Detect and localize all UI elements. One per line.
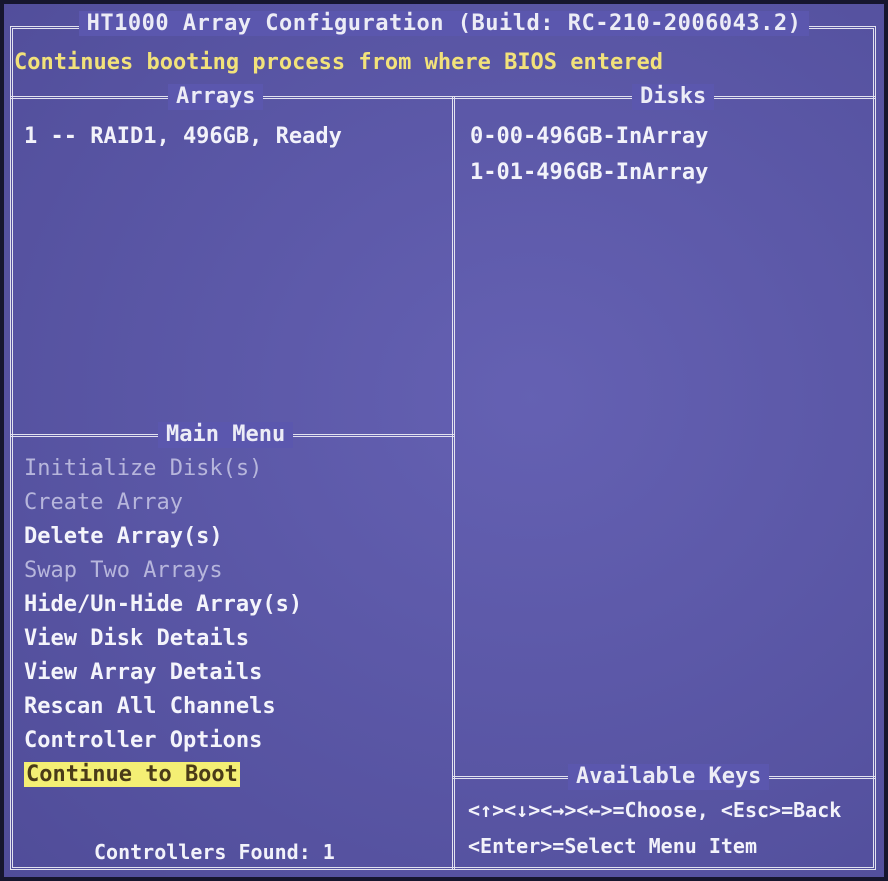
menu-item-swap-two-arrays: Swap Two Arrays: [24, 558, 223, 583]
arrays-heading: Arrays: [168, 84, 264, 110]
keys-line-navigate: <↑><↓><→><←>=Choose, <Esc>=Back: [468, 798, 842, 822]
menu-item-continue-to-boot[interactable]: Continue to Boot: [24, 758, 302, 792]
main-menu-heading: Main Menu: [158, 422, 294, 448]
help-text: Continues booting process from where BIO…: [14, 50, 664, 75]
menu-item-create-array: Create Array: [24, 490, 183, 515]
menu-item-view-array-details[interactable]: View Array Details: [24, 656, 302, 690]
panel-divider-vertical: [452, 96, 455, 870]
keys-line-select: <Enter>=Select Menu Item: [468, 834, 757, 858]
disks-heading: Disks: [632, 84, 715, 110]
controllers-found: Controllers Found: 1: [94, 840, 335, 864]
disk-item[interactable]: 0-00-496GB-InArray: [470, 122, 708, 152]
menu-item-rescan-all-channels[interactable]: Rescan All Channels: [24, 690, 302, 724]
array-item[interactable]: 1 -- RAID1, 496GB, Ready: [24, 122, 342, 152]
main-menu: Initialize Disk(s) Create Array Delete A…: [24, 452, 302, 792]
menu-item-hide-unhide-arrays[interactable]: Hide/Un-Hide Array(s): [24, 588, 302, 622]
bios-screen: HT1000 Array Configuration (Build: RC-21…: [4, 4, 884, 877]
menu-item-controller-options[interactable]: Controller Options: [24, 724, 302, 758]
available-keys-heading: Available Keys: [568, 764, 770, 790]
menu-item-initialize-disks: Initialize Disk(s): [24, 456, 263, 481]
menu-item-delete-arrays[interactable]: Delete Array(s): [24, 520, 302, 554]
menu-item-view-disk-details[interactable]: View Disk Details: [24, 622, 302, 656]
disk-item[interactable]: 1-01-496GB-InArray: [470, 158, 708, 188]
divider-top: [10, 96, 876, 99]
menu-selection-highlight: Continue to Boot: [24, 762, 240, 787]
window-title: HT1000 Array Configuration (Build: RC-21…: [4, 10, 884, 38]
